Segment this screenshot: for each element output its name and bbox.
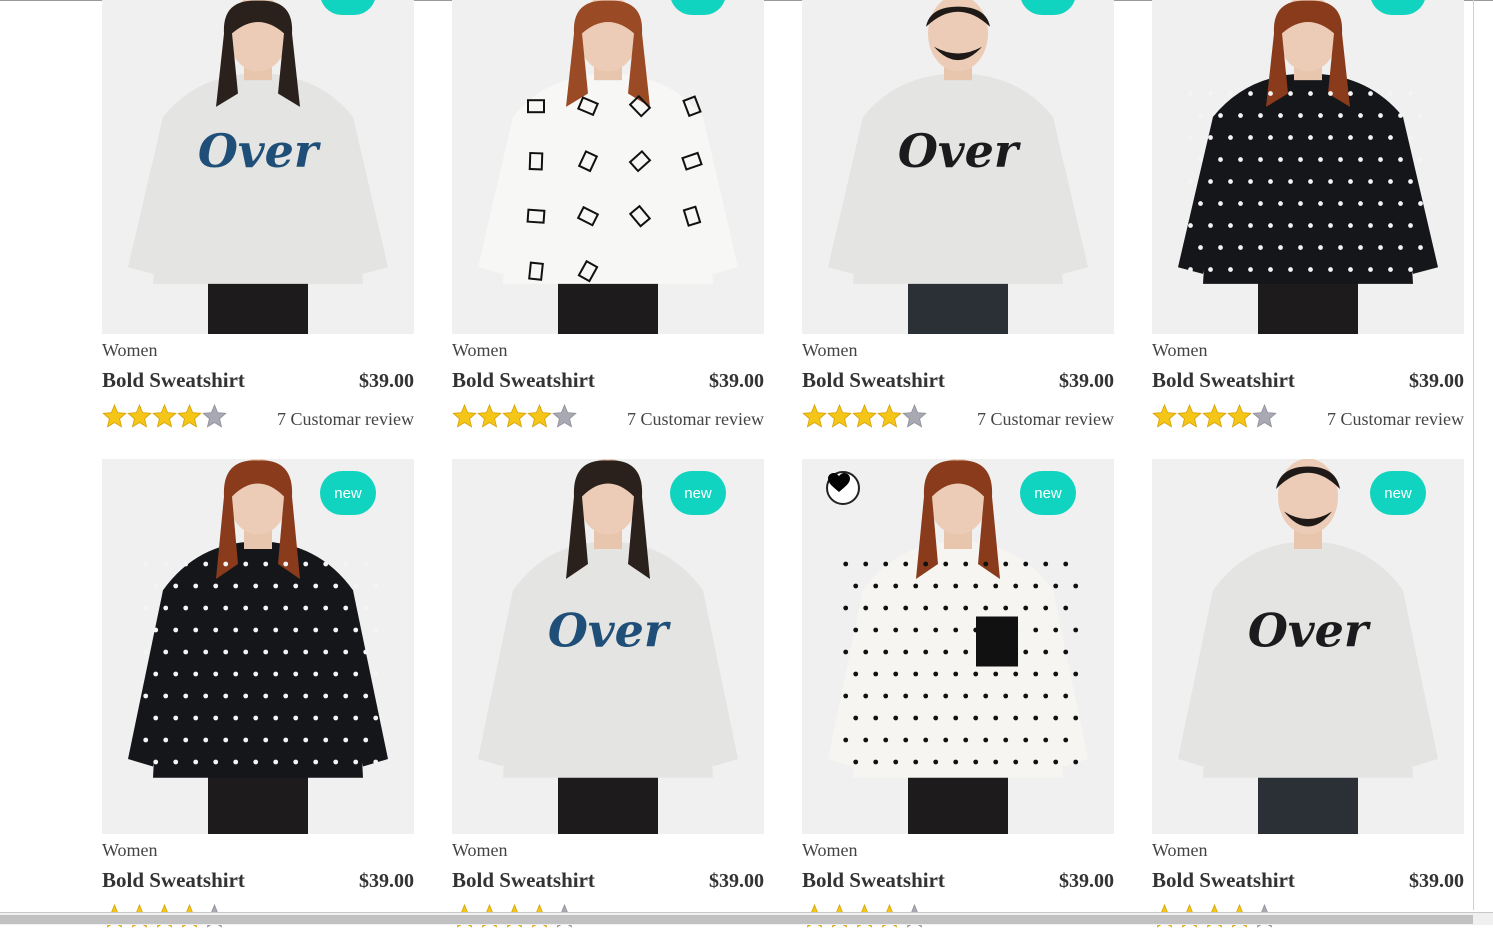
star-filled-icon xyxy=(477,403,502,429)
star-filled-icon xyxy=(127,403,152,429)
product-price: $39.00 xyxy=(1059,370,1114,392)
product-image[interactable]: new xyxy=(452,0,764,334)
product-name[interactable]: Bold Sweatshirt xyxy=(102,368,245,393)
star-filled-icon xyxy=(827,403,852,429)
product-card[interactable]: new Women Bold Sweatshirt $39.00 7 Custo… xyxy=(452,0,764,444)
product-image[interactable]: Over new xyxy=(1152,459,1464,834)
product-name[interactable]: Bold Sweatshirt xyxy=(1152,868,1295,893)
horizontal-scrollbar[interactable] xyxy=(0,912,1493,925)
star-filled-icon xyxy=(102,403,127,429)
product-category[interactable]: Women xyxy=(102,340,158,361)
product-card[interactable]: new Women Bold Sweatshirt $39.00 7 Custo… xyxy=(802,459,1114,944)
product-category[interactable]: Women xyxy=(802,840,858,861)
svg-text:Over: Over xyxy=(898,124,1022,178)
review-count-link[interactable]: 7 Customar review xyxy=(277,409,414,430)
product-category[interactable]: Women xyxy=(1152,340,1208,361)
product-name[interactable]: Bold Sweatshirt xyxy=(452,868,595,893)
new-badge: new xyxy=(1020,471,1076,515)
product-card[interactable]: Over new Women Bold Sweatshirt $39.00 7 … xyxy=(1152,459,1464,944)
star-empty-icon xyxy=(902,403,927,429)
model-photo: Over xyxy=(1152,459,1464,834)
product-price: $39.00 xyxy=(709,370,764,392)
star-filled-icon xyxy=(1202,403,1227,429)
product-card[interactable]: new Women Bold Sweatshirt $39.00 7 Custo… xyxy=(102,459,414,944)
new-badge: new xyxy=(1370,471,1426,515)
product-image[interactable]: Over new xyxy=(802,0,1114,334)
product-price: $39.00 xyxy=(709,870,764,892)
star-filled-icon xyxy=(877,403,902,429)
heart-icon xyxy=(828,473,850,492)
product-name[interactable]: Bold Sweatshirt xyxy=(452,368,595,393)
new-badge: new xyxy=(670,471,726,515)
star-filled-icon xyxy=(177,403,202,429)
product-price: $39.00 xyxy=(359,870,414,892)
product-card[interactable]: Over new Women Bold Sweatshirt $39.00 7 … xyxy=(452,459,764,944)
product-card[interactable]: Over new Women Bold Sweatshirt $39.00 7 … xyxy=(102,0,414,444)
star-empty-icon xyxy=(1252,403,1277,429)
svg-text:Over: Over xyxy=(548,604,672,658)
product-category[interactable]: Women xyxy=(802,340,858,361)
star-filled-icon xyxy=(802,403,827,429)
scrollbar-thumb[interactable] xyxy=(0,915,1473,924)
rating-stars xyxy=(802,403,927,429)
star-filled-icon xyxy=(452,403,477,429)
star-filled-icon xyxy=(502,403,527,429)
product-image[interactable]: new xyxy=(802,459,1114,834)
product-card[interactable]: new Women Bold Sweatshirt $39.00 7 Custo… xyxy=(1152,0,1464,444)
svg-text:Over: Over xyxy=(198,124,322,178)
rating-stars xyxy=(102,403,227,429)
model-photo xyxy=(802,459,1114,834)
star-filled-icon xyxy=(1177,403,1202,429)
content-right-border xyxy=(1473,0,1474,910)
product-price: $39.00 xyxy=(1409,370,1464,392)
model-photo: Over xyxy=(802,0,1114,334)
star-filled-icon xyxy=(152,403,177,429)
product-price: $39.00 xyxy=(1059,870,1114,892)
model-photo xyxy=(1152,0,1464,334)
review-count-link[interactable]: 7 Customar review xyxy=(1327,409,1464,430)
star-filled-icon xyxy=(1227,403,1252,429)
star-filled-icon xyxy=(527,403,552,429)
product-category[interactable]: Women xyxy=(452,340,508,361)
product-image[interactable]: Over new xyxy=(102,0,414,334)
model-photo: Over xyxy=(102,0,414,334)
review-count-link[interactable]: 7 Customar review xyxy=(977,409,1114,430)
product-category[interactable]: Women xyxy=(102,840,158,861)
product-card[interactable]: Over new Women Bold Sweatshirt $39.00 7 … xyxy=(802,0,1114,444)
review-count-link[interactable]: 7 Customar review xyxy=(627,409,764,430)
product-category[interactable]: Women xyxy=(452,840,508,861)
star-filled-icon xyxy=(852,403,877,429)
product-price: $39.00 xyxy=(1409,870,1464,892)
star-filled-icon xyxy=(1152,403,1177,429)
product-category[interactable]: Women xyxy=(1152,840,1208,861)
product-name[interactable]: Bold Sweatshirt xyxy=(102,868,245,893)
product-name[interactable]: Bold Sweatshirt xyxy=(1152,368,1295,393)
product-name[interactable]: Bold Sweatshirt xyxy=(802,868,945,893)
model-photo xyxy=(452,0,764,334)
rating-stars xyxy=(1152,403,1277,429)
product-image[interactable]: new xyxy=(1152,0,1464,334)
star-empty-icon xyxy=(202,403,227,429)
product-image[interactable]: Over new xyxy=(452,459,764,834)
rating-stars xyxy=(452,403,577,429)
svg-text:Over: Over xyxy=(1248,604,1372,658)
model-photo xyxy=(102,459,414,834)
model-photo: Over xyxy=(452,459,764,834)
star-empty-icon xyxy=(552,403,577,429)
product-price: $39.00 xyxy=(359,370,414,392)
new-badge: new xyxy=(320,471,376,515)
product-image[interactable]: new xyxy=(102,459,414,834)
wishlist-heart-button[interactable] xyxy=(826,471,860,505)
product-name[interactable]: Bold Sweatshirt xyxy=(802,368,945,393)
